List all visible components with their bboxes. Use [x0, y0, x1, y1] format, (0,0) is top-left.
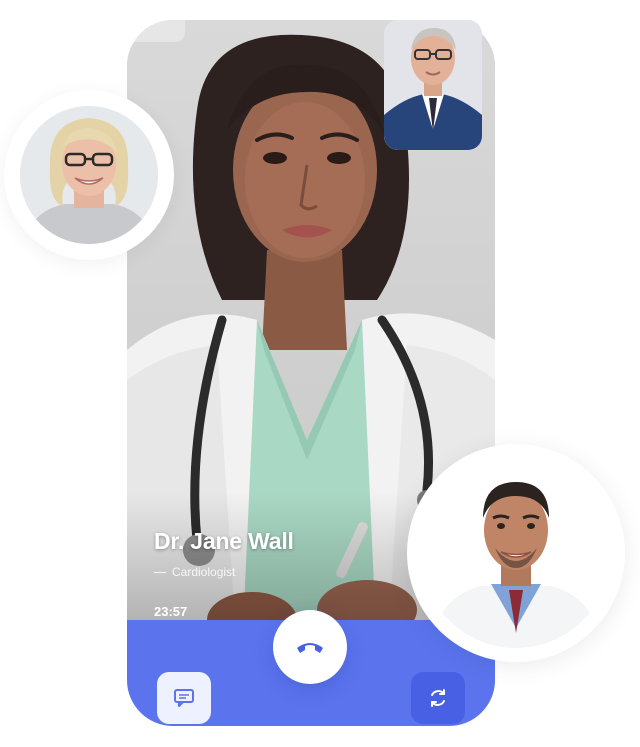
- end-call-button[interactable]: [273, 610, 347, 684]
- participant-avatar-left[interactable]: [4, 90, 174, 260]
- participant-avatar-left-image: [20, 106, 158, 244]
- camera-switch-icon: [431, 689, 445, 707]
- chat-button[interactable]: [157, 672, 211, 724]
- participant-video-image: [384, 20, 482, 150]
- caller-role: Cardiologist: [154, 565, 235, 579]
- switch-camera-button[interactable]: [411, 672, 465, 724]
- caller-name: Dr. Jane Wall: [154, 528, 294, 554]
- role-dash: [154, 572, 166, 574]
- participant-video-tile[interactable]: [384, 20, 482, 150]
- call-timer: 23:57: [154, 604, 188, 619]
- chat-bubble-icon: [174, 689, 194, 707]
- participant-avatar-right[interactable]: [407, 444, 625, 662]
- caller-role-label: Cardiologist: [172, 565, 236, 579]
- self-view-thumbnail[interactable]: [127, 20, 185, 42]
- participant-avatar-right-image: [421, 458, 611, 648]
- participant-avatar-left-photo: [20, 106, 158, 244]
- phone-hangup-icon: [297, 643, 323, 653]
- participant-avatar-right-photo: [421, 458, 611, 648]
